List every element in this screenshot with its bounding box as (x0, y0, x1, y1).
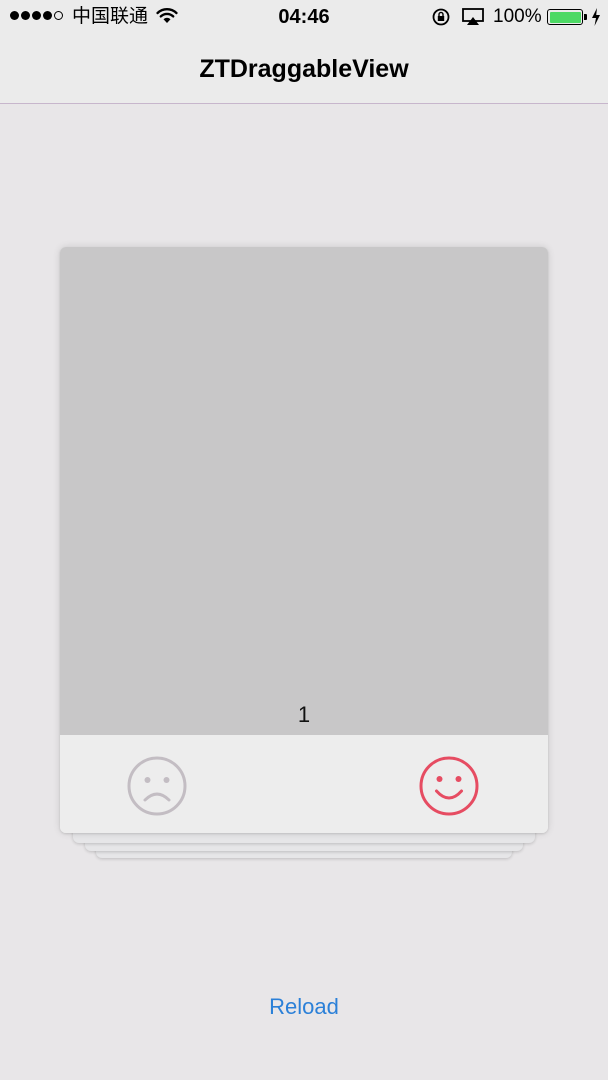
reload-button[interactable]: Reload (0, 993, 608, 1021)
battery-tip (584, 14, 587, 20)
card-image (60, 247, 548, 735)
rotation-lock-icon (431, 7, 451, 32)
page-title: ZTDraggableView (199, 55, 409, 83)
battery-level-fill (549, 11, 581, 23)
draggable-card[interactable]: 1 (60, 247, 548, 833)
battery-icon (547, 9, 583, 25)
card-number: 1 (297, 702, 311, 727)
sad-face-icon (127, 756, 187, 816)
charging-bolt-icon (591, 8, 601, 31)
navigation-bar: ZTDraggableView (0, 34, 608, 104)
card-footer (60, 735, 548, 833)
like-button[interactable] (418, 755, 480, 817)
battery-percent: 100% (493, 6, 542, 27)
dislike-button[interactable] (126, 755, 188, 817)
smile-face-icon (419, 756, 479, 816)
airplay-icon (462, 8, 484, 31)
status-bar: 中国联通 04:46 100% (0, 0, 608, 34)
